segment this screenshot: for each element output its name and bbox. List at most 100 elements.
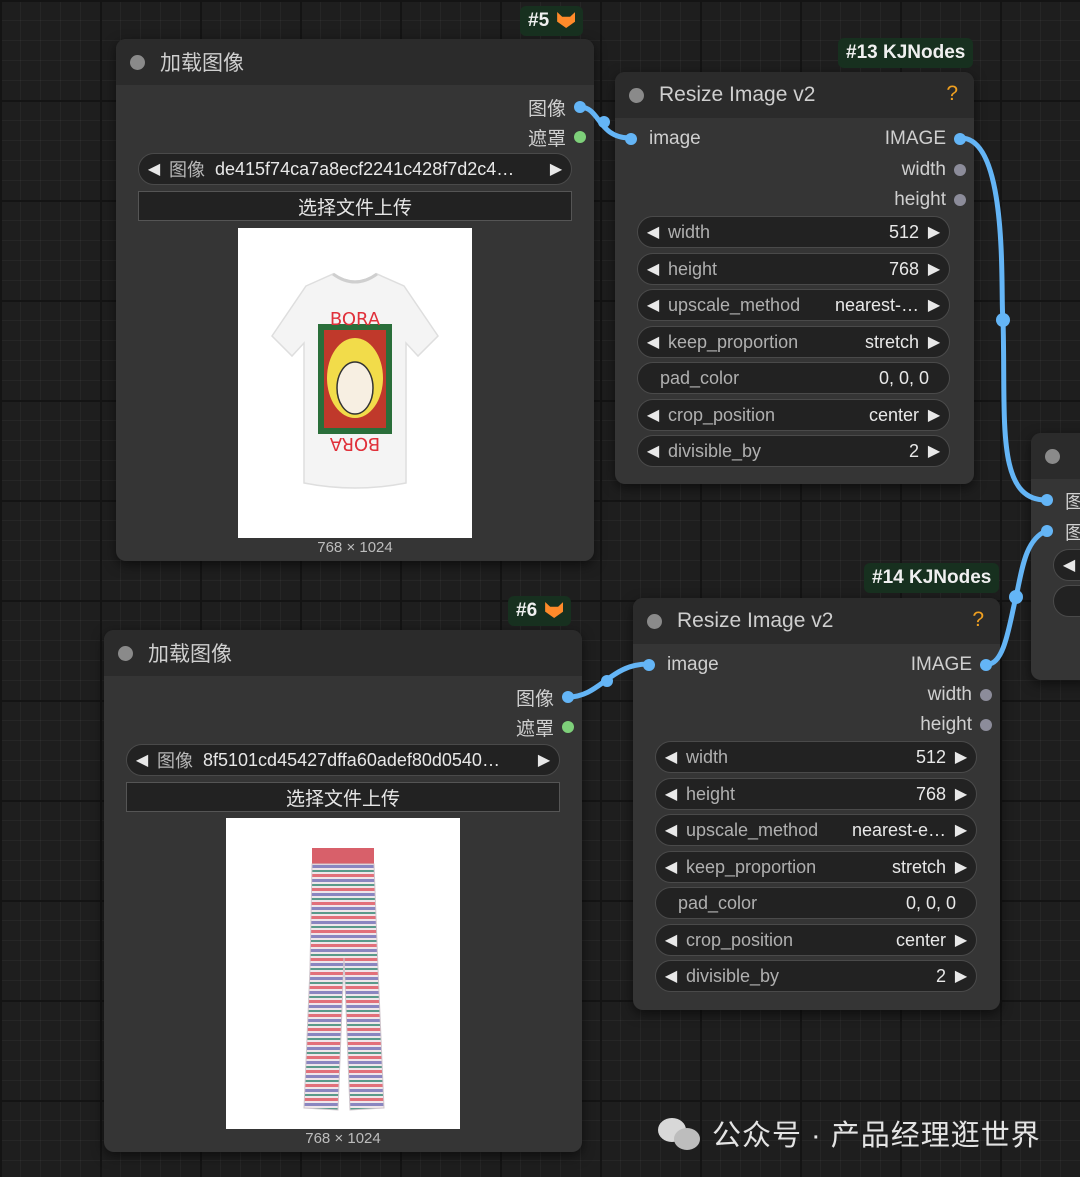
- widget-keep-proportion[interactable]: ◀ keep_proportion stretch ▶: [637, 326, 950, 358]
- arrow-right-icon[interactable]: ▶: [919, 295, 949, 315]
- output-image[interactable]: IMAGE: [885, 124, 974, 154]
- help-icon[interactable]: ?: [972, 608, 984, 632]
- arrow-right-icon[interactable]: ▶: [919, 405, 949, 425]
- arrow-right-icon[interactable]: ▶: [919, 259, 949, 279]
- input-socket-icon[interactable]: [625, 133, 637, 145]
- widget-pad-color[interactable]: pad_color 0, 0, 0: [637, 362, 950, 394]
- output-socket-icon[interactable]: [980, 719, 992, 731]
- output-image[interactable]: 图像: [516, 682, 582, 712]
- help-icon[interactable]: ?: [946, 82, 958, 106]
- node13-resize-image[interactable]: Resize Image v2 ? image IMAGE width heig…: [615, 72, 974, 484]
- input-socket-icon[interactable]: [643, 659, 655, 671]
- arrow-right-icon[interactable]: ▶: [919, 222, 949, 242]
- arrow-left-icon[interactable]: ◀: [656, 784, 686, 804]
- widget-upscale-method[interactable]: ◀ upscale_method nearest-e… ▶: [655, 814, 977, 846]
- output-socket-icon[interactable]: [954, 133, 966, 145]
- arrow-left-icon[interactable]: ◀: [638, 259, 668, 279]
- widget-crop-position[interactable]: ◀ crop_position center ▶: [637, 399, 950, 431]
- arrow-left-icon[interactable]: ◀: [638, 405, 668, 425]
- output-image[interactable]: 图像: [528, 92, 594, 122]
- arrow-left-icon[interactable]: ◀: [656, 857, 686, 877]
- collapse-dot-icon[interactable]: [118, 645, 133, 661]
- wire-reroute-dot: [1009, 590, 1023, 604]
- output-socket-icon[interactable]: [562, 721, 574, 733]
- arrow-left-icon[interactable]: ◀: [656, 930, 686, 950]
- arrow-left-icon[interactable]: ◀: [638, 222, 668, 242]
- arrow-left-icon[interactable]: ◀: [638, 332, 668, 352]
- arrow-right-icon[interactable]: ▶: [919, 441, 949, 461]
- arrow-left-icon[interactable]: ◀: [1054, 555, 1080, 575]
- collapse-dot-icon[interactable]: [629, 87, 644, 103]
- node5-badge: #5: [520, 6, 584, 36]
- node14-header[interactable]: Resize Image v2 ?: [633, 598, 1000, 644]
- arrow-right-icon[interactable]: ▶: [946, 747, 976, 767]
- widget-crop-position[interactable]: ◀ crop_position center ▶: [655, 924, 977, 956]
- arrow-left-icon[interactable]: ◀: [139, 159, 169, 179]
- input-socket-icon[interactable]: [1041, 494, 1053, 506]
- node13-header[interactable]: Resize Image v2 ?: [615, 72, 974, 118]
- output-socket-icon[interactable]: [954, 194, 966, 206]
- output-socket-icon[interactable]: [574, 101, 586, 113]
- image-selector[interactable]: ◀ 图像 8f5101cd45427dffa60adef80d0540… ▶: [126, 744, 560, 776]
- widget-pad-color[interactable]: pad_color 0, 0, 0: [655, 887, 977, 919]
- output-image[interactable]: IMAGE: [911, 650, 1000, 680]
- arrow-left-icon[interactable]: ◀: [638, 441, 668, 461]
- arrow-left-icon[interactable]: ◀: [127, 750, 157, 770]
- upload-button[interactable]: 选择文件上传: [126, 782, 560, 812]
- arrow-right-icon[interactable]: ▶: [946, 784, 976, 804]
- widget-height[interactable]: ◀ height 768 ▶: [637, 253, 950, 285]
- arrow-right-icon[interactable]: ▶: [946, 820, 976, 840]
- node5-load-image[interactable]: 加载图像 图像 遮罩 ◀ 图像 de415f74ca7a8ecf2241c428…: [116, 39, 594, 561]
- output-socket-icon[interactable]: [562, 691, 574, 703]
- output-height[interactable]: height: [920, 710, 1000, 740]
- partial-widget-1[interactable]: ◀: [1053, 549, 1080, 581]
- output-socket-icon[interactable]: [954, 164, 966, 176]
- output-mask[interactable]: 遮罩: [528, 122, 594, 152]
- widget-height[interactable]: ◀ height 768 ▶: [655, 778, 977, 810]
- arrow-left-icon[interactable]: ◀: [656, 820, 686, 840]
- image-selector[interactable]: ◀ 图像 de415f74ca7a8ecf2241c428f7d2c4… ▶: [138, 153, 572, 185]
- wire-reroute-dot: [598, 116, 610, 128]
- output-mask[interactable]: 遮罩: [516, 712, 582, 742]
- partial-widget-2[interactable]: [1053, 585, 1080, 617]
- collapse-dot-icon[interactable]: [1045, 448, 1060, 464]
- widget-upscale-method[interactable]: ◀ upscale_method nearest-… ▶: [637, 289, 950, 321]
- node6-header[interactable]: 加载图像: [104, 630, 582, 676]
- pants-image: [303, 848, 385, 1111]
- fox-icon: [557, 12, 576, 28]
- arrow-left-icon[interactable]: ◀: [638, 295, 668, 315]
- tshirt-image: BORA BORA: [271, 272, 439, 489]
- node14-resize-image[interactable]: Resize Image v2 ? image IMAGE width heig…: [633, 598, 1000, 1010]
- input-image[interactable]: image: [615, 124, 701, 154]
- input-socket-icon[interactable]: [1041, 525, 1053, 537]
- arrow-right-icon[interactable]: ▶: [946, 966, 976, 986]
- widget-width[interactable]: ◀ width 512 ▶: [637, 216, 950, 248]
- upload-button[interactable]: 选择文件上传: [138, 191, 572, 221]
- collapse-dot-icon[interactable]: [130, 54, 145, 70]
- widget-divisible-by[interactable]: ◀ divisible_by 2 ▶: [637, 435, 950, 467]
- partial-node-header[interactable]: [1031, 433, 1080, 479]
- output-width[interactable]: width: [902, 155, 974, 185]
- collapse-dot-icon[interactable]: [647, 613, 662, 629]
- input-image[interactable]: image: [633, 650, 719, 680]
- widget-divisible-by[interactable]: ◀ divisible_by 2 ▶: [655, 960, 977, 992]
- widget-width[interactable]: ◀ width 512 ▶: [655, 741, 977, 773]
- node6-load-image[interactable]: 加载图像 图像 遮罩 ◀ 图像 8f5101cd45427dffa60adef8…: [104, 630, 582, 1152]
- output-socket-icon[interactable]: [980, 659, 992, 671]
- output-width[interactable]: width: [928, 680, 1000, 710]
- output-socket-icon[interactable]: [980, 689, 992, 701]
- arrow-right-icon[interactable]: ▶: [919, 332, 949, 352]
- node5-header[interactable]: 加载图像: [116, 39, 594, 85]
- arrow-right-icon[interactable]: ▶: [529, 750, 559, 770]
- arrow-right-icon[interactable]: ▶: [946, 930, 976, 950]
- output-socket-icon[interactable]: [574, 131, 586, 143]
- arrow-left-icon[interactable]: ◀: [656, 747, 686, 767]
- partial-input-1[interactable]: 图: [1031, 485, 1080, 515]
- arrow-right-icon[interactable]: ▶: [541, 159, 571, 179]
- widget-keep-proportion[interactable]: ◀ keep_proportion stretch ▶: [655, 851, 977, 883]
- output-height[interactable]: height: [894, 185, 974, 215]
- partial-input-2[interactable]: 图: [1031, 516, 1080, 546]
- arrow-right-icon[interactable]: ▶: [946, 857, 976, 877]
- arrow-left-icon[interactable]: ◀: [656, 966, 686, 986]
- partial-node-right[interactable]: 图 图 ◀: [1031, 433, 1080, 680]
